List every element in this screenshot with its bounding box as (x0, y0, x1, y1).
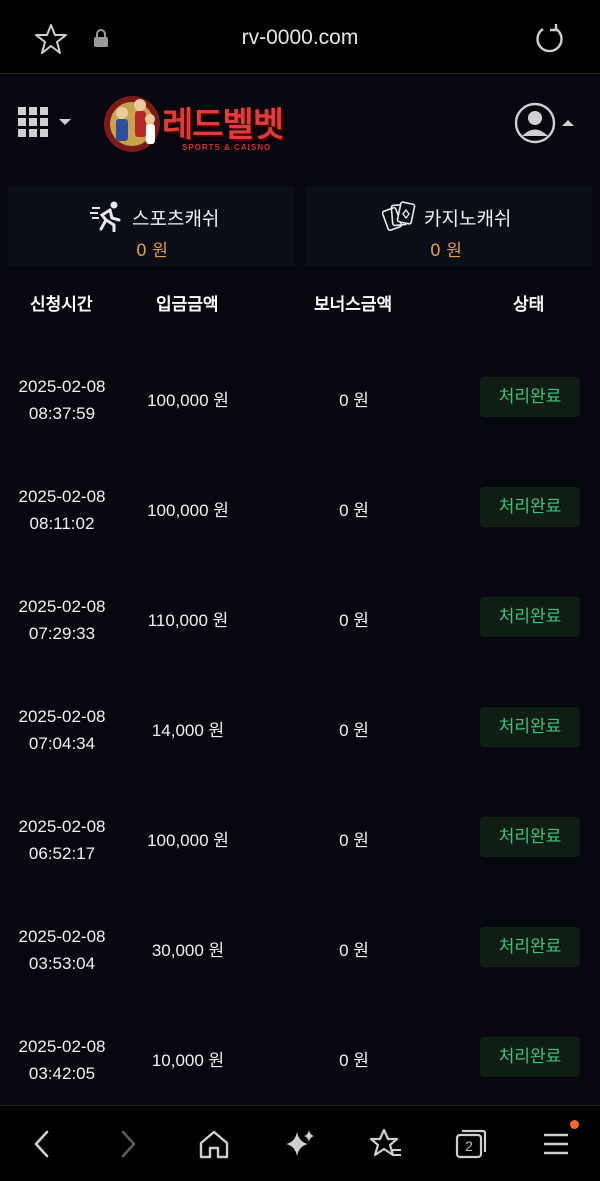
address-bar-url[interactable]: rv-0000.com (0, 26, 600, 50)
row-datetime: 2025-02-08 03:53:04 (12, 923, 112, 977)
row-deposit-amount: 100,000 원 (147, 501, 229, 520)
row-deposit-amount: 110,000 원 (147, 611, 229, 630)
back-icon[interactable] (22, 1126, 62, 1162)
table-row: 2025-02-08 08:37:59 100,000 원 0 원 처리완료 (0, 343, 600, 453)
row-time: 08:37:59 (28, 404, 96, 423)
running-icon (90, 200, 124, 233)
column-header-status: 상태 (513, 295, 545, 315)
status-badge: 처리완료 (480, 487, 580, 527)
row-datetime: 2025-02-08 06:52:17 (12, 813, 112, 867)
bookmarks-icon[interactable] (366, 1126, 406, 1162)
reload-icon[interactable] (532, 22, 566, 56)
casino-cash-label: 카지노캐쉬 (424, 208, 512, 230)
column-header-request-time: 신청시간 (30, 295, 93, 315)
row-time: 06:52:17 (28, 844, 96, 863)
status-badge: 처리완료 (480, 597, 580, 637)
notification-dot (570, 1120, 579, 1129)
row-datetime: 2025-02-08 03:42:05 (12, 1033, 112, 1087)
row-date: 2025-02-08 (18, 707, 106, 726)
logo-subtitle: SPORTS & CAISNO (182, 143, 272, 152)
casino-cash-amount: 0 원 (430, 241, 462, 261)
status-badge: 처리완료 (480, 377, 580, 417)
user-menu-button[interactable] (514, 101, 580, 145)
row-bonus-amount: 0 원 (339, 501, 369, 520)
row-time: 03:42:05 (28, 1064, 96, 1083)
table-row: 2025-02-08 03:53:04 30,000 원 0 원 처리완료 (0, 893, 600, 1003)
hamburger-menu-icon[interactable] (536, 1126, 576, 1162)
grid-menu-button[interactable] (18, 107, 74, 141)
row-bonus-amount: 0 원 (339, 1051, 369, 1070)
column-header-bonus-amount: 보너스금액 (314, 295, 393, 315)
logo-text: 레드벨벳 (162, 105, 284, 145)
site-header: 레드벨벳 SPORTS & CAISNO (0, 75, 600, 185)
tabs-count: 2 (465, 1138, 473, 1154)
table-row: 2025-02-08 07:29:33 110,000 원 0 원 처리완료 (0, 563, 600, 673)
row-bonus-amount: 0 원 (339, 721, 369, 740)
row-date: 2025-02-08 (18, 597, 106, 616)
table-row: 2025-02-08 03:42:05 10,000 원 0 원 처리완료 (0, 1003, 600, 1113)
row-bonus-amount: 0 원 (339, 611, 369, 630)
home-icon[interactable] (194, 1126, 234, 1162)
row-date: 2025-02-08 (18, 927, 106, 946)
row-deposit-amount: 100,000 원 (147, 831, 229, 850)
browser-bottom-nav: 2 (0, 1105, 600, 1181)
row-bonus-amount: 0 원 (339, 391, 369, 410)
row-date: 2025-02-08 (18, 377, 106, 396)
table-row: 2025-02-08 08:11:02 100,000 원 0 원 처리완료 (0, 453, 600, 563)
row-time: 08:11:02 (29, 514, 95, 533)
row-date: 2025-02-08 (18, 487, 106, 506)
tabs-icon[interactable]: 2 (450, 1126, 490, 1162)
status-badge: 처리완료 (480, 707, 580, 747)
site-logo[interactable]: 레드벨벳 SPORTS & CAISNO (102, 91, 302, 161)
row-deposit-amount: 30,000 원 (151, 941, 225, 960)
sports-cash-amount: 0 원 (136, 241, 168, 261)
deposit-history-list: 2025-02-08 08:37:59 100,000 원 0 원 처리완료 20… (0, 343, 600, 1113)
playing-cards-icon (381, 200, 416, 232)
browser-top-bar: rv-0000.com (0, 0, 600, 74)
row-date: 2025-02-08 (18, 817, 106, 836)
status-badge: 처리완료 (480, 1037, 580, 1077)
logo-figures-image (104, 96, 160, 152)
row-time: 07:04:34 (28, 734, 96, 753)
row-date: 2025-02-08 (18, 1037, 106, 1056)
table-header: 신청시간 입금금액 보너스금액 상태 (0, 280, 600, 324)
table-row: 2025-02-08 07:04:34 14,000 원 0 원 처리완료 (0, 673, 600, 783)
casino-cash-card[interactable]: 카지노캐쉬 0 원 (306, 186, 592, 266)
user-avatar-icon (514, 102, 574, 144)
row-deposit-amount: 100,000 원 (147, 391, 229, 410)
row-bonus-amount: 0 원 (339, 941, 369, 960)
status-badge: 처리완료 (480, 817, 580, 857)
cash-cards: 스포츠캐쉬 0 원 카지노캐쉬 0 원 (0, 186, 600, 266)
row-time: 07:29:33 (28, 624, 96, 643)
sparkle-assistant-icon[interactable] (280, 1126, 320, 1162)
row-datetime: 2025-02-08 08:37:59 (12, 373, 112, 427)
row-datetime: 2025-02-08 07:04:34 (12, 703, 112, 757)
row-deposit-amount: 14,000 원 (151, 721, 225, 740)
row-datetime: 2025-02-08 08:11:02 (12, 483, 112, 537)
status-badge: 처리완료 (480, 927, 580, 967)
sports-cash-label: 스포츠캐쉬 (132, 208, 220, 230)
column-header-deposit-amount: 입금금액 (156, 295, 219, 315)
table-row: 2025-02-08 06:52:17 100,000 원 0 원 처리완료 (0, 783, 600, 893)
row-bonus-amount: 0 원 (339, 831, 369, 850)
forward-icon[interactable] (108, 1126, 148, 1162)
sports-cash-card[interactable]: 스포츠캐쉬 0 원 (8, 186, 294, 266)
row-time: 03:53:04 (28, 954, 96, 973)
grid-menu-icon (18, 107, 71, 137)
row-deposit-amount: 10,000 원 (151, 1051, 225, 1070)
row-datetime: 2025-02-08 07:29:33 (12, 593, 112, 647)
